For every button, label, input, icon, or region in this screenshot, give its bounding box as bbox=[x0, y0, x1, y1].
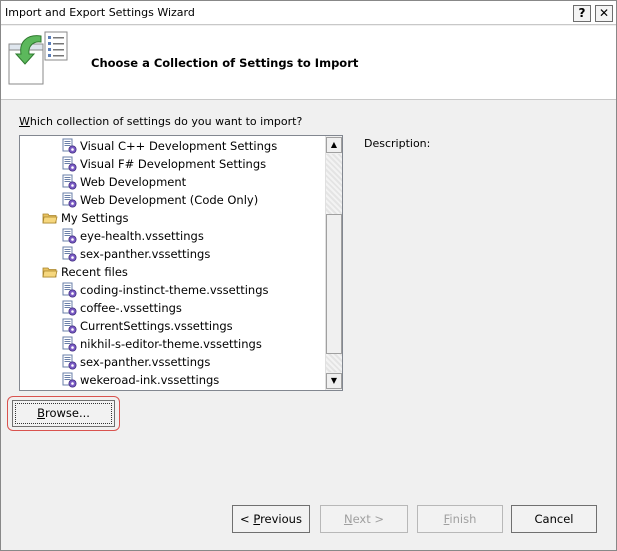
import-settings-icon bbox=[8, 31, 68, 85]
tree-item-label: coffee-.vssettings bbox=[80, 301, 182, 315]
tree-item-label: Web Development bbox=[80, 175, 187, 189]
description-label: Description: bbox=[364, 137, 431, 150]
tree-settings-item[interactable]: sex-panther.vssettings bbox=[61, 353, 210, 371]
tree-item-label: wekeroad-ink.vssettings bbox=[80, 373, 220, 387]
tree-settings-item[interactable]: Visual F# Development Settings bbox=[61, 155, 266, 173]
settings-file-icon bbox=[61, 174, 77, 190]
settings-file-icon bbox=[61, 354, 77, 370]
next-label: ext > bbox=[352, 512, 385, 526]
tree-item-label: eye-health.vssettings bbox=[80, 229, 204, 243]
tree-item-label: CurrentSettings.vssettings bbox=[80, 319, 233, 333]
previous-button[interactable]: < Previous bbox=[232, 505, 310, 533]
wizard-header: Choose a Collection of Settings to Impor… bbox=[1, 26, 616, 100]
next-button[interactable]: Next > bbox=[320, 505, 408, 533]
tree-scrollbar[interactable]: ▲ ▼ bbox=[325, 136, 342, 390]
tree-folder-item[interactable]: Recent files bbox=[42, 263, 128, 281]
question-text: hich collection of settings do you want … bbox=[29, 115, 303, 128]
settings-tree-content: Visual C++ Development Settings Visual F#… bbox=[20, 136, 325, 390]
tree-item-label: Web Development (Code Only) bbox=[80, 193, 259, 207]
tree-settings-item[interactable]: coding-instinct-theme.vssettings bbox=[61, 281, 269, 299]
previous-prefix: < bbox=[240, 512, 254, 526]
cancel-button[interactable]: Cancel bbox=[511, 505, 597, 533]
page-title: Choose a Collection of Settings to Impor… bbox=[91, 56, 359, 70]
tree-folder-item[interactable]: My Settings bbox=[42, 209, 129, 227]
tree-item-label: nikhil-s-editor-theme.vssettings bbox=[80, 337, 262, 351]
browse-button[interactable]: Browse... bbox=[12, 400, 115, 427]
scroll-down-arrow-icon[interactable]: ▼ bbox=[326, 373, 342, 389]
settings-tree[interactable]: Visual C++ Development Settings Visual F#… bbox=[19, 135, 343, 391]
tree-item-label: sex-panther.vssettings bbox=[80, 355, 211, 369]
collection-question-label: Which collection of settings do you want… bbox=[19, 115, 302, 128]
scroll-up-arrow-icon[interactable]: ▲ bbox=[326, 137, 342, 153]
settings-file-icon bbox=[61, 282, 77, 298]
browse-label: rowse... bbox=[44, 406, 90, 420]
tree-settings-item[interactable]: coffee-.vssettings bbox=[61, 299, 182, 317]
tree-item-label: sex-panther.vssettings bbox=[80, 247, 211, 261]
tree-settings-item[interactable]: Web Development (Code Only) bbox=[61, 191, 258, 209]
wizard-window: Import and Export Settings Wizard ? ✕ Ch… bbox=[0, 0, 617, 551]
settings-file-icon bbox=[61, 228, 77, 244]
tree-item-label: Recent files bbox=[61, 265, 128, 279]
tree-settings-item[interactable]: wekeroad-ink.vssettings bbox=[61, 371, 219, 389]
tree-settings-item[interactable]: nikhil-s-editor-theme.vssettings bbox=[61, 335, 262, 353]
folder-icon bbox=[42, 264, 58, 280]
settings-file-icon bbox=[61, 246, 77, 262]
settings-file-icon bbox=[61, 300, 77, 316]
settings-file-icon bbox=[61, 138, 77, 154]
finish-button[interactable]: Finish bbox=[417, 505, 503, 533]
previous-label: revious bbox=[260, 512, 302, 526]
title-bar: Import and Export Settings Wizard ? ✕ bbox=[1, 1, 616, 25]
next-mnemonic: N bbox=[343, 512, 353, 526]
settings-file-icon bbox=[61, 192, 77, 208]
close-button[interactable]: ✕ bbox=[595, 5, 613, 22]
browse-mnemonic: B bbox=[37, 406, 45, 420]
help-button[interactable]: ? bbox=[573, 5, 591, 22]
settings-file-icon bbox=[61, 156, 77, 172]
tree-settings-item[interactable]: Web Development bbox=[61, 173, 186, 191]
finish-label: inish bbox=[449, 512, 477, 526]
folder-icon bbox=[42, 210, 58, 226]
tree-settings-item[interactable]: eye-health.vssettings bbox=[61, 227, 204, 245]
scroll-thumb[interactable] bbox=[326, 214, 342, 354]
settings-file-icon bbox=[61, 372, 77, 388]
tree-item-label: Visual F# Development Settings bbox=[80, 157, 267, 171]
tree-item-label: My Settings bbox=[61, 211, 129, 225]
tree-settings-item[interactable]: Visual C++ Development Settings bbox=[61, 137, 277, 155]
tree-settings-item[interactable]: CurrentSettings.vssettings bbox=[61, 317, 233, 335]
settings-file-icon bbox=[61, 336, 77, 352]
question-mnemonic: W bbox=[19, 115, 30, 128]
tree-item-label: coding-instinct-theme.vssettings bbox=[80, 283, 269, 297]
window-title: Import and Export Settings Wizard bbox=[5, 6, 195, 19]
settings-file-icon bbox=[61, 318, 77, 334]
tree-item-label: Visual C++ Development Settings bbox=[80, 139, 278, 153]
tree-settings-item[interactable]: sex-panther.vssettings bbox=[61, 245, 210, 263]
